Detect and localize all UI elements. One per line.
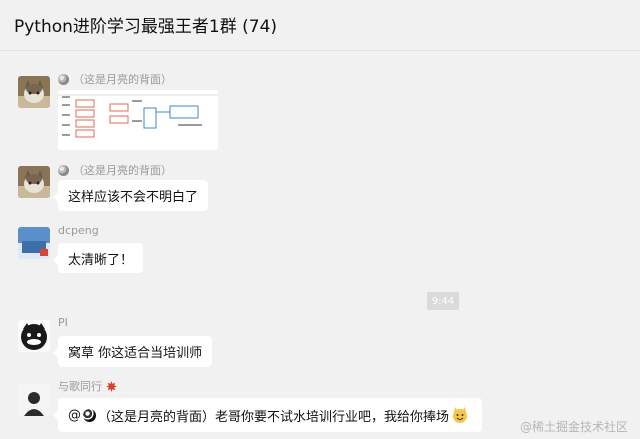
avatar-dcpeng[interactable]: [18, 227, 50, 259]
sender-name: （这是月亮的背面）: [58, 71, 172, 87]
avatar-cat[interactable]: [18, 76, 50, 108]
message-bubble[interactable]: 窝草 你这适合当培训师: [52, 336, 213, 367]
message-bubble[interactable]: @ （这是月亮的背面） 老哥你要不试水培训行业吧，我给你捧场: [53, 398, 482, 432]
avatar-pi[interactable]: [18, 320, 50, 352]
message-text: 这样应该不会不明白了: [68, 190, 199, 205]
time-divider: 9:44: [427, 292, 459, 310]
message-text: 老哥你要不试水培训行业吧，我给你捧场: [215, 409, 450, 425]
message-text: 太清晰了！: [68, 252, 134, 268]
message-bubble[interactable]: 这样应该不会不明白了: [52, 180, 209, 211]
sender-name: dcpeng: [58, 224, 99, 237]
chat-header: Python进阶学习最强王者1群 (74): [0, 0, 640, 51]
watermark: @稀土掘金技术社区: [519, 420, 628, 434]
cat-emoji-icon: [451, 406, 469, 424]
soccer-ball-icon: [58, 73, 69, 85]
sender-name: （这是月亮的背面）: [58, 162, 172, 178]
soccer-ball-icon: [83, 408, 96, 422]
shared-image[interactable]: [58, 90, 218, 150]
mention-name[interactable]: （这是月亮的背面）: [98, 406, 215, 425]
maple-leaf-icon: [106, 380, 117, 392]
mention-at: @: [68, 407, 81, 423]
avatar-cat[interactable]: [18, 166, 50, 198]
sender-name: 与歌同行: [58, 378, 117, 394]
message-text: 窝草 你这适合当培训师: [68, 346, 203, 361]
soccer-ball-icon: [58, 164, 69, 176]
chat-title[interactable]: Python进阶学习最强王者1群 (74): [14, 12, 277, 37]
sender-name: PI: [58, 316, 68, 329]
avatar-yugetongxing[interactable]: [18, 384, 50, 416]
message-bubble[interactable]: 太清晰了！: [52, 243, 144, 273]
